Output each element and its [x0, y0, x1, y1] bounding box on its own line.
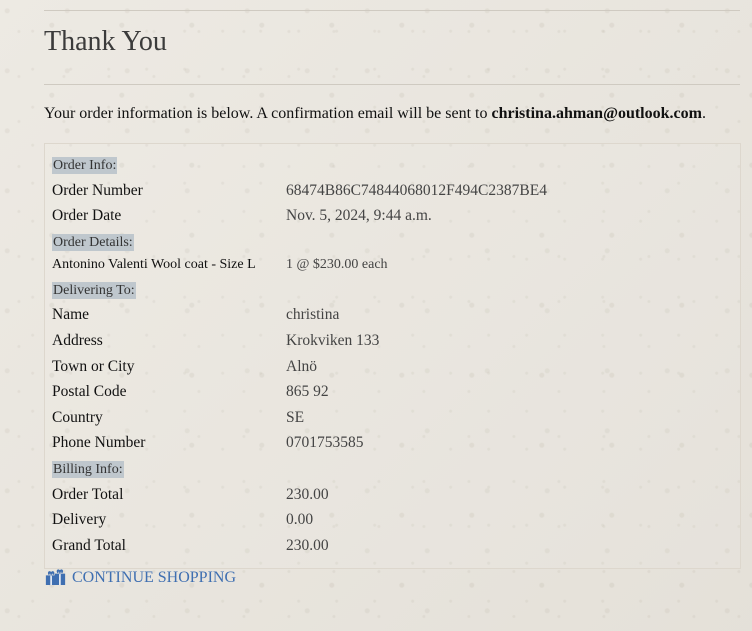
order-number-value: 68474B86C74844068012F494C2387BE4 [286, 182, 547, 199]
delivery-address-label: Address [52, 332, 103, 349]
grand-total-value: 230.00 [286, 537, 329, 554]
confirmation-punctuation: . [701, 105, 706, 122]
delivery-phone-label: Phone Number [52, 434, 146, 451]
top-divider [44, 10, 740, 11]
gifts-icon [45, 569, 66, 587]
delivery-postal-code-label: Postal Code [52, 383, 127, 400]
delivery-postal-code-value: 865 92 [286, 383, 329, 400]
delivery-address-value: Krokviken 133 [286, 332, 380, 349]
confirmation-email: christina.ahman@outlook.com [491, 105, 702, 122]
delivery-cost-value: 0.00 [286, 511, 314, 528]
order-number-label: Order Number [52, 182, 143, 199]
confirmation-message: Your order information is below. A confi… [44, 104, 706, 124]
continue-shopping-link[interactable]: CONTINUE SHOPPING [45, 568, 236, 588]
delivery-cost-label: Delivery [52, 511, 107, 528]
title-divider [44, 84, 740, 85]
order-item-name: Antonino Valenti Wool coat - Size L [52, 257, 256, 272]
delivery-country-label: Country [52, 409, 103, 426]
billing-info-heading: Billing Info: [52, 461, 124, 478]
continue-shopping-label: CONTINUE SHOPPING [72, 569, 237, 586]
grand-total-label: Grand Total [52, 537, 126, 554]
order-details-heading: Order Details: [52, 234, 134, 251]
order-info-heading: Order Info: [52, 157, 118, 174]
order-date-label: Order Date [52, 207, 122, 224]
delivering-to-heading: Delivering To: [52, 282, 136, 299]
order-date-value: Nov. 5, 2024, 9:44 a.m. [286, 207, 432, 224]
order-item-quantity-price: 1 @ $230.00 each [286, 257, 388, 272]
confirmation-text: Your order information is below. A confi… [44, 105, 492, 122]
page-title: Thank You [44, 26, 167, 57]
delivery-phone-value: 0701753585 [286, 434, 364, 451]
delivery-name-label: Name [52, 306, 90, 323]
order-total-label: Order Total [52, 486, 124, 503]
delivery-country-value: SE [286, 409, 305, 426]
delivery-town-label: Town or City [52, 358, 135, 375]
order-total-value: 230.00 [286, 486, 329, 503]
delivery-name-value: christina [286, 306, 340, 323]
delivery-town-value: Alnö [286, 358, 317, 375]
